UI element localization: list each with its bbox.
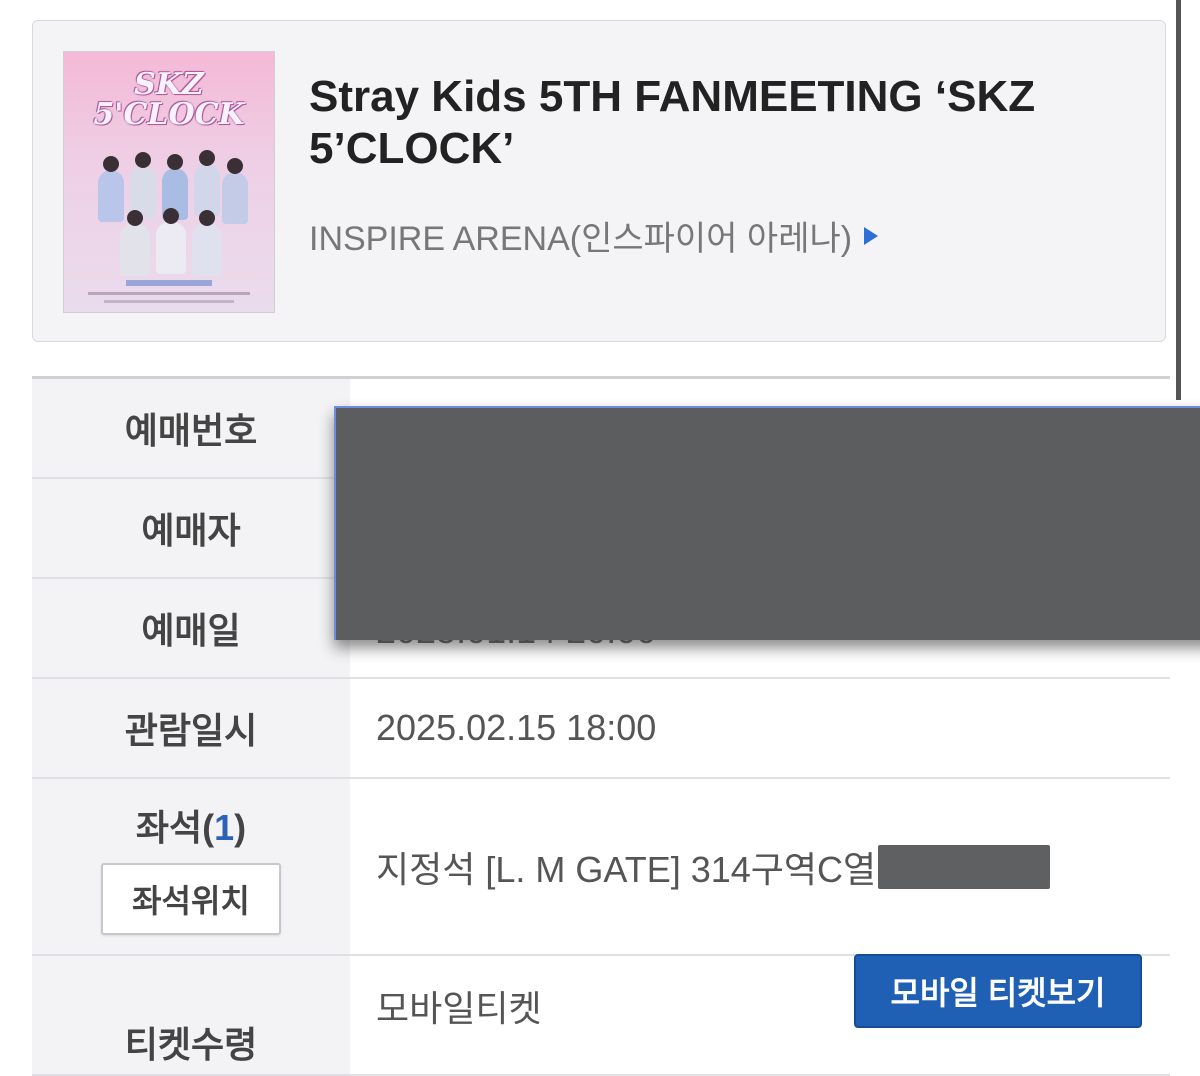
venue-link[interactable]: INSPIRE ARENA(인스파이어 아레나) (309, 211, 879, 260)
booking-date-label: 예매일 (32, 579, 350, 677)
venue-name: INSPIRE ARENA(인스파이어 아레나) (309, 220, 853, 258)
seat-label-cell: 좌석(1) 좌석위치 (32, 779, 350, 954)
redaction-overlay (334, 406, 1200, 640)
seat-count: 1 (214, 806, 235, 848)
viewing-datetime-label: 관람일시 (32, 679, 350, 777)
seat-label: 좌석(1) (135, 806, 247, 848)
viewing-datetime-row: 관람일시 2025.02.15 18:00 (32, 679, 1170, 779)
booker-label: 예매자 (32, 479, 350, 577)
poster-fine-print (88, 292, 250, 295)
event-card: SKZ 5'CLOCK Stray Kids 5TH FANMEETING ‘S… (32, 20, 1166, 342)
poster-logo: SKZ 5'CLOCK (93, 67, 245, 132)
poster-venue-strip (126, 280, 212, 286)
poster-group-photo (90, 150, 250, 278)
triangle-right-icon (864, 226, 879, 245)
seat-location-button[interactable]: 좌석위치 (101, 862, 281, 935)
viewing-datetime-value: 2025.02.15 18:00 (376, 707, 657, 748)
booking-number-label: 예매번호 (32, 379, 350, 477)
seat-value-cell: 지정석 [L. M GATE] 314구역C열 (350, 779, 1170, 954)
mobile-ticket-button[interactable]: 모바일 티켓보기 (854, 954, 1142, 1028)
poster-fine-print-2 (104, 300, 234, 303)
seat-value: 지정석 [L. M GATE] 314구역C열 (376, 848, 877, 890)
ticket-receive-value: 모바일티켓 (376, 988, 542, 1029)
scrollbar[interactable] (1176, 0, 1181, 400)
ticket-receive-label: 티켓수령 (32, 956, 350, 1074)
event-poster-image: SKZ 5'CLOCK (63, 51, 275, 313)
seat-number-redaction (878, 844, 1051, 889)
seat-row: 좌석(1) 좌석위치 지정석 [L. M GATE] 314구역C열 (32, 779, 1170, 956)
ticket-receive-value-cell: 모바일티켓 모바일 티켓보기 (350, 954, 1170, 1074)
event-title: Stray Kids 5TH FANMEETING ‘SKZ 5’CLOCK’ (309, 72, 1036, 173)
ticket-receive-row: 티켓수령 모바일티켓 모바일 티켓보기 (32, 954, 1170, 1076)
